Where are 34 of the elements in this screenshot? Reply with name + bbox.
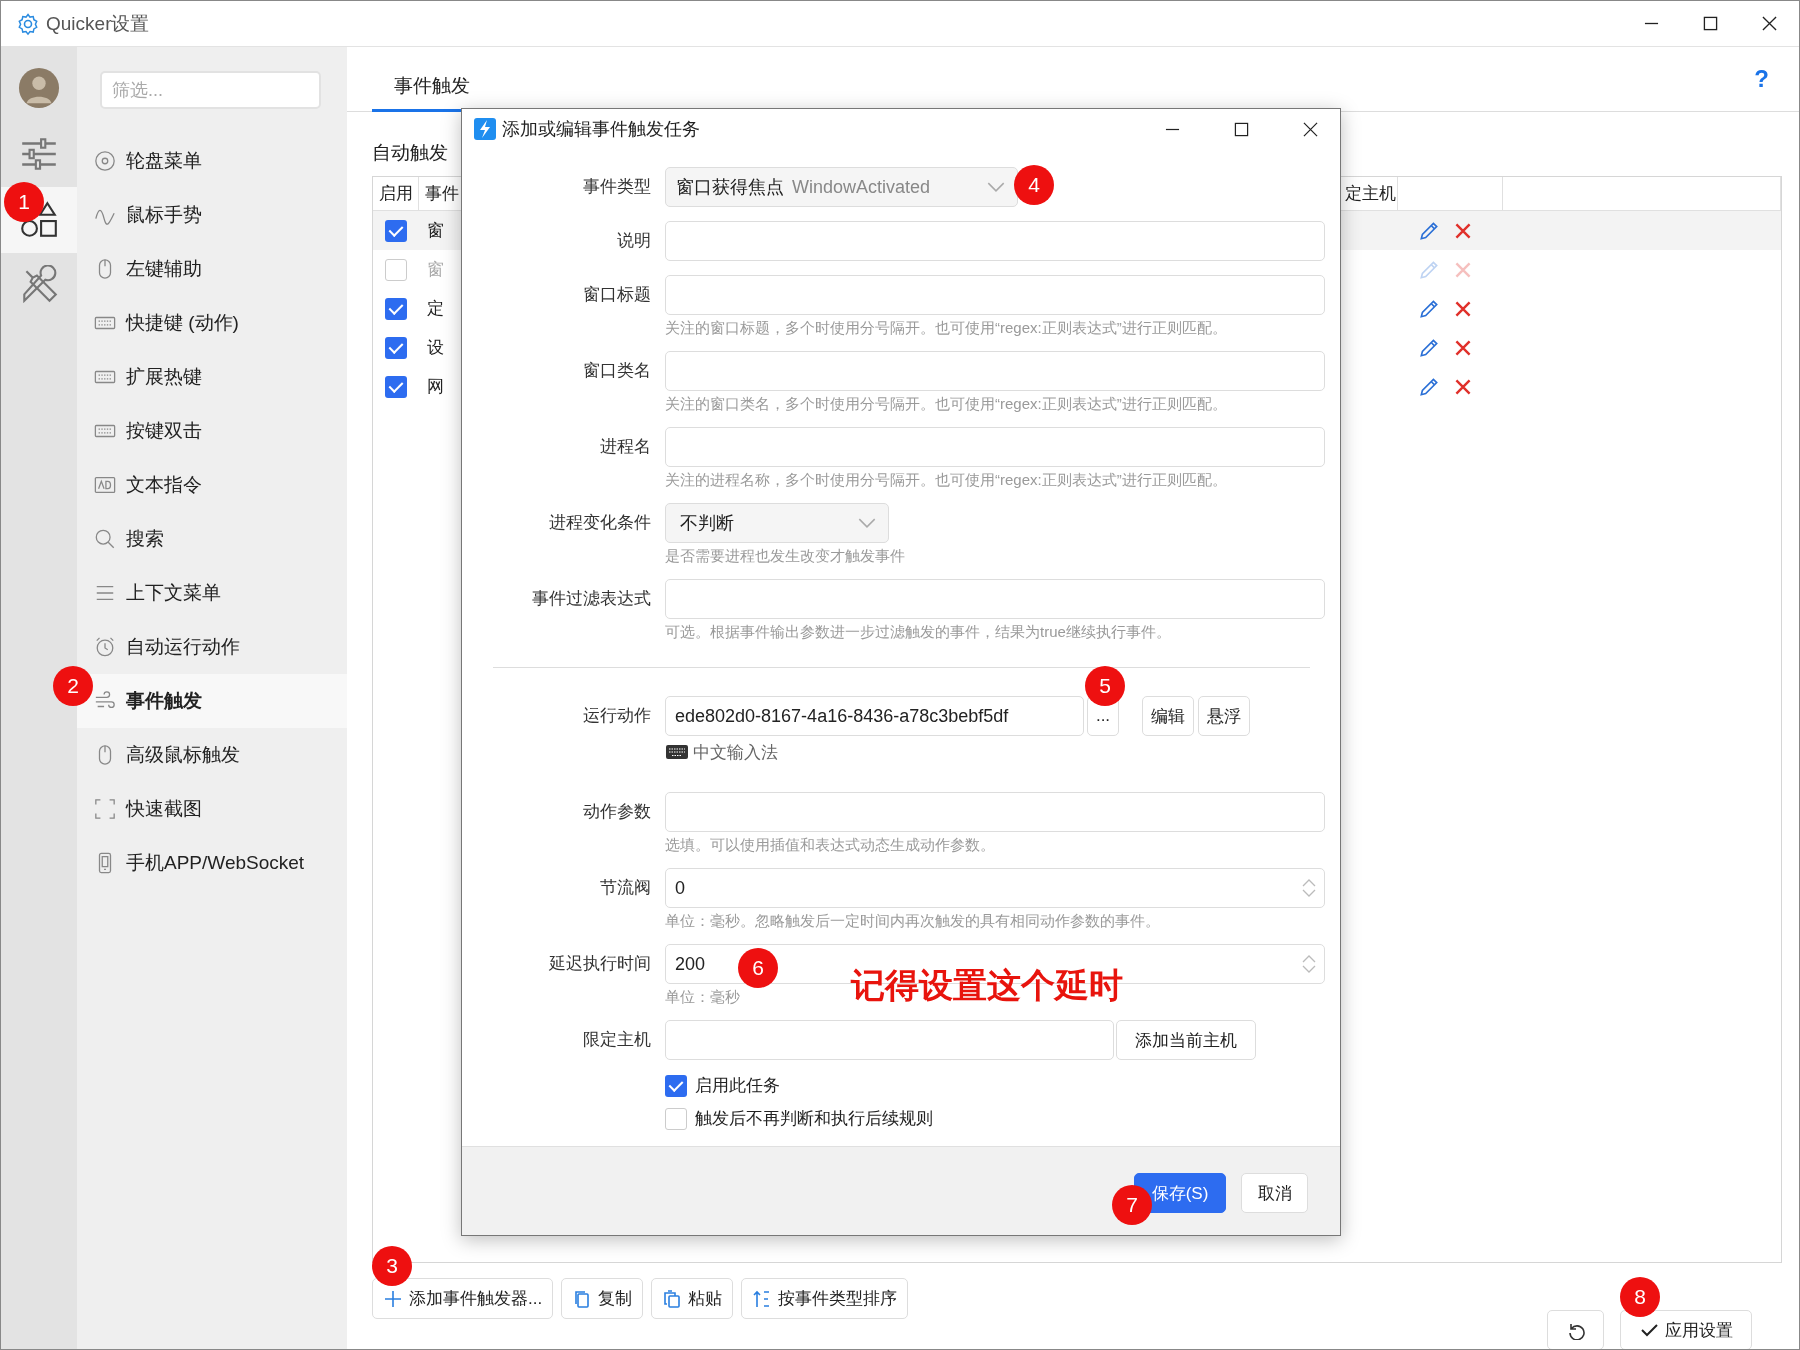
hint-text: 单位：毫秒。忽略触发后一定时间内再次触发的具有相同动作参数的事件。 [665, 911, 1160, 930]
table-cell-text: 窗 [426, 259, 444, 281]
checkbox-label: 触发后不再判断和执行后续规则 [695, 1108, 933, 1130]
hint-text: 选填。可以使用插值和表达式动态生成动作参数。 [665, 835, 995, 854]
field-label: 窗口类名 [582, 360, 651, 382]
table-cell-text: 网 [426, 376, 444, 398]
hint-text: 是否需要进程也发生改变才触发事件 [665, 546, 905, 565]
section-label: 自动触发 [372, 141, 449, 165]
field-label: 限定主机 [582, 1029, 651, 1051]
table-cell-text: 窗 [426, 220, 444, 242]
field-label: 说明 [616, 230, 651, 252]
field-label: 动作参数 [582, 801, 651, 823]
checkbox-label: 启用此任务 [695, 1075, 780, 1097]
field-label: 窗口标题 [582, 284, 651, 306]
field-label: 事件类型 [582, 176, 651, 198]
field-label: 事件过滤表达式 [531, 588, 651, 610]
input-method-label: 中文输入法 [693, 741, 778, 764]
step-number-callout-tooltip: 8 [1620, 1277, 1660, 1317]
field-label: 进程名 [599, 436, 651, 458]
hint-text: 关注的窗口类名，多个时使用分号隔开。也可使用“regex:正则表达式”进行正则匹配。 [665, 394, 1227, 413]
hint-text: 关注的窗口标题，多个时使用分号隔开。也可使用“regex:正则表达式”进行正则匹配。 [665, 318, 1227, 337]
table-cell-text: 定 [426, 298, 444, 320]
window-title: Quicker设置 [46, 11, 150, 36]
field-label: 运行动作 [582, 705, 651, 727]
column-header: 启用 [373, 177, 419, 210]
field-label: 节流阀 [599, 877, 651, 899]
hint-text: 单位：毫秒 [665, 987, 740, 1006]
step-number-callout-tooltip: 3 [372, 1246, 412, 1286]
dialog-title: 添加或编辑事件触发任务 [502, 118, 700, 141]
hint-text: 关注的进程名称，多个时使用分号隔开。也可使用“regex:正则表达式”进行正则匹配。 [665, 470, 1227, 489]
table-cell-text: 设 [426, 337, 444, 359]
field-label: 延迟执行时间 [548, 953, 651, 975]
field-label: 进程变化条件 [548, 512, 651, 534]
hint-text: 可选。根据事件输出参数进一步过滤触发的事件，结果为true继续执行事件。 [665, 622, 1171, 641]
